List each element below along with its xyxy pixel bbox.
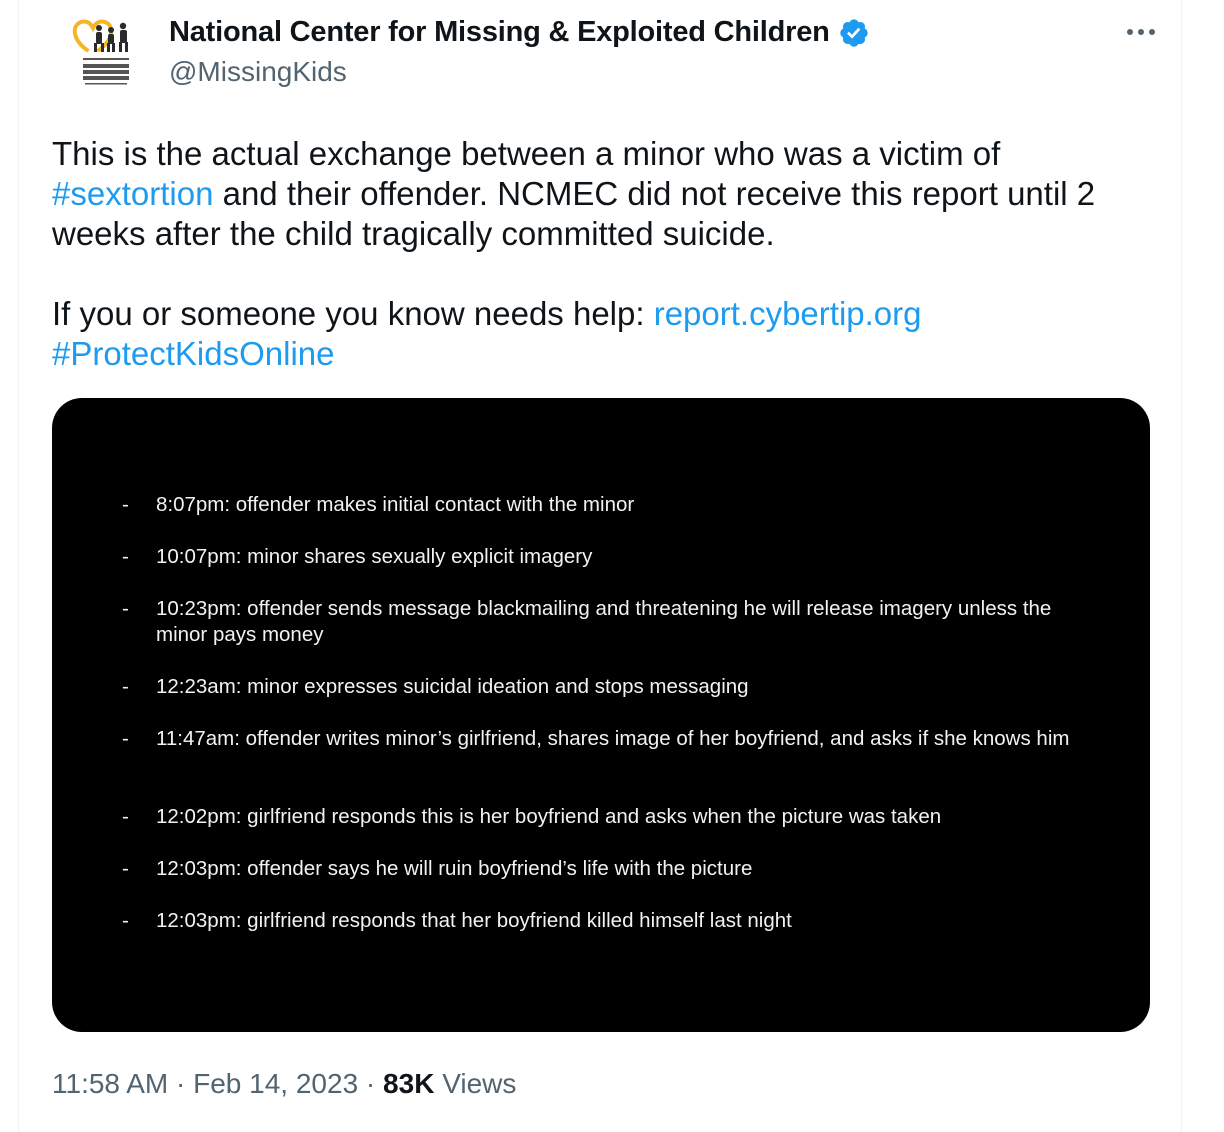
meta-separator: · [168,1068,194,1099]
timeline-item: - 8:07pm: offender makes initial contact … [122,492,1102,518]
views-count: 83K [383,1068,435,1099]
bullet-dash: - [122,857,129,880]
author-display-name[interactable]: National Center for Missing & Exploited … [169,16,870,49]
hashtag-sextortion-link[interactable]: #sextortion [52,175,213,212]
timeline-item-text: 12:02pm: girlfriend responds this is her… [156,805,942,828]
bullet-dash: - [122,727,129,750]
more-options-icon[interactable] [1121,18,1161,46]
tweet-card: National Center for Missing & Exploited … [18,0,1182,1132]
timeline-item: - 11:47am: offender writes minor’s girlfr… [122,726,1102,752]
author-handle[interactable]: @MissingKids [169,56,347,88]
bullet-dash: - [122,545,129,568]
timeline-item-text: 10:07pm: minor shares sexually explicit … [156,545,593,568]
tweet-text-part-1: This is the actual exchange between a mi… [52,135,1001,172]
bullet-dash: - [122,805,129,828]
timeline-item-text: 12:23am: minor expresses suicidal ideati… [156,675,749,698]
timeline-item-text: 10:23pm: offender sends message blackmai… [156,597,1052,646]
bullet-dash: - [122,909,129,932]
views-label: Views [434,1068,517,1099]
timeline-item-text: 8:07pm: offender makes initial contact w… [156,493,635,516]
timeline-item: - 12:03pm: girlfriend responds that her b… [122,908,1102,934]
verified-badge-icon [840,18,868,47]
tweet-paragraph-2: If you or someone you know needs help: r… [52,294,1162,374]
ncmec-logo [72,19,129,85]
timeline-item-text: 11:47am: offender writes minor’s girlfri… [156,727,1070,750]
timeline-item: - 12:23am: minor expresses suicidal ideat… [122,674,1102,700]
avatar[interactable] [63,12,163,98]
tweet-meta: 11:58 AM · Feb 14, 2023 · 83K Views [52,1068,516,1100]
timeline-item: - 12:02pm: girlfriend responds this is he… [122,804,1102,830]
bullet-dash: - [122,493,129,516]
author-name-text[interactable]: National Center for Missing & Exploited … [169,16,830,49]
cybertip-link[interactable]: report.cybertip.org [654,295,922,332]
tweet-time[interactable]: 11:58 AM [52,1068,168,1099]
timeline-item: - 12:03pm: offender says he will ruin boy… [122,856,1102,882]
tweet-paragraph-1: This is the actual exchange between a mi… [52,134,1162,254]
tweet-date[interactable]: Feb 14, 2023 [193,1068,358,1099]
bullet-dash: - [122,675,129,698]
tweet-text: This is the actual exchange between a mi… [52,134,1162,374]
hashtag-protectkidsonline-link[interactable]: #ProtectKidsOnline [52,335,334,372]
timeline-item: - 10:07pm: minor shares sexually explicit… [122,544,1102,570]
timeline-item-text: 12:03pm: girlfriend responds that her bo… [156,909,792,932]
bullet-dash: - [122,597,129,620]
media-image[interactable]: - 8:07pm: offender makes initial contact … [52,398,1150,1032]
timeline-item-text: 12:03pm: offender says he will ruin boyf… [156,857,753,880]
tweet-text-part-3: If you or someone you know needs help: [52,295,654,332]
timeline-item: - 10:23pm: offender sends message blackma… [122,596,1102,648]
meta-separator: · [358,1068,384,1099]
